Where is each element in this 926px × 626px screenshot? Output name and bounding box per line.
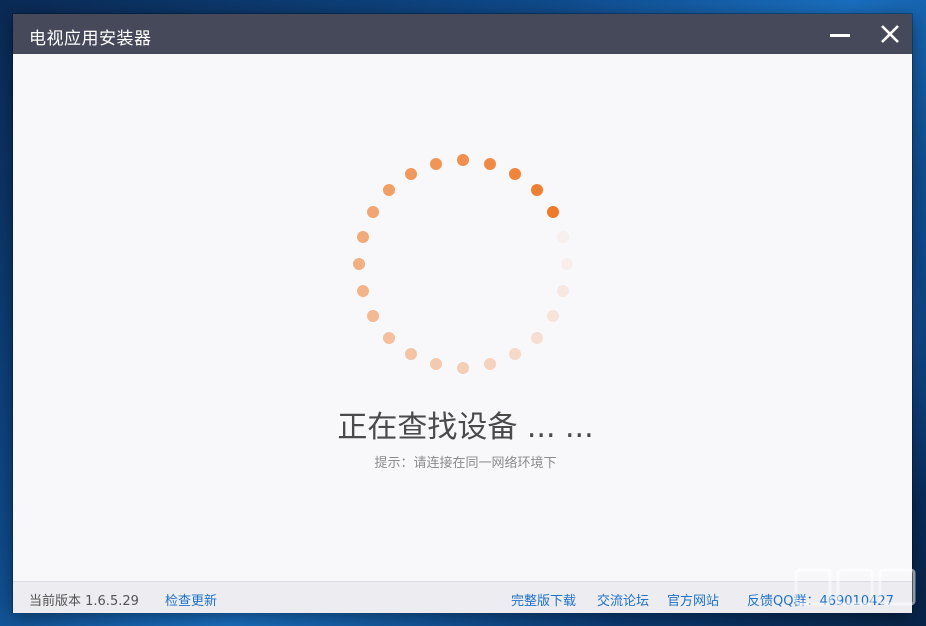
spinner-dot [530, 331, 543, 344]
spinner-dot [405, 167, 417, 180]
app-window: 电视应用安装器 正在查找设备 ... ... 提示：请连接在同一网络环境下 当前… [13, 14, 912, 613]
spinner-dot [353, 258, 365, 270]
minimize-button[interactable] [825, 19, 855, 49]
searching-status-text: 正在查找设备 ... ... [337, 410, 594, 445]
forum-link[interactable]: 交流论坛 [597, 590, 649, 609]
spinner-dot [383, 184, 396, 197]
spinner-dot [457, 362, 469, 374]
version-label: 当前版本 1.6.5.29 [29, 594, 139, 609]
window-title: 电视应用安装器 [29, 29, 152, 49]
spinner-dot [457, 154, 469, 166]
main-content: 正在查找设备 ... ... 提示：请连接在同一网络环境下 [13, 54, 912, 581]
spinner-dot [483, 157, 496, 170]
close-button[interactable] [875, 19, 905, 49]
full-version-download-link[interactable]: 完整版下载 [511, 590, 576, 609]
spinner-dot [557, 231, 570, 244]
status-footer: 当前版本 1.6.5.29 检查更新 完整版下载 交流论坛 官方网站 反馈QQ群… [13, 581, 912, 613]
spinner-dot [430, 157, 443, 170]
spinner-dot [557, 284, 570, 297]
spinner-dot [561, 258, 573, 270]
close-icon [881, 25, 899, 43]
spinner-dot [430, 358, 443, 371]
spinner-dot [509, 167, 521, 180]
spinner-dot [383, 331, 396, 344]
xiazaiba-watermark [792, 566, 922, 622]
minimize-icon [830, 34, 850, 37]
spinner-dot [530, 184, 543, 197]
spinner-dot [356, 231, 369, 244]
spinner-dot [547, 310, 560, 322]
spinner-dot [547, 206, 560, 218]
check-update-link[interactable]: 检查更新 [165, 590, 217, 609]
title-bar[interactable]: 电视应用安装器 [13, 14, 912, 54]
network-hint-text: 提示：请连接在同一网络环境下 [374, 456, 557, 471]
spinner-dot [366, 310, 379, 322]
spinner-dot [356, 284, 369, 297]
loading-spinner-icon [343, 144, 583, 384]
spinner-dot [509, 348, 521, 361]
spinner-dot [366, 206, 379, 218]
official-site-link[interactable]: 官方网站 [667, 590, 719, 609]
spinner-dot [483, 358, 496, 371]
spinner-dot [405, 348, 417, 361]
